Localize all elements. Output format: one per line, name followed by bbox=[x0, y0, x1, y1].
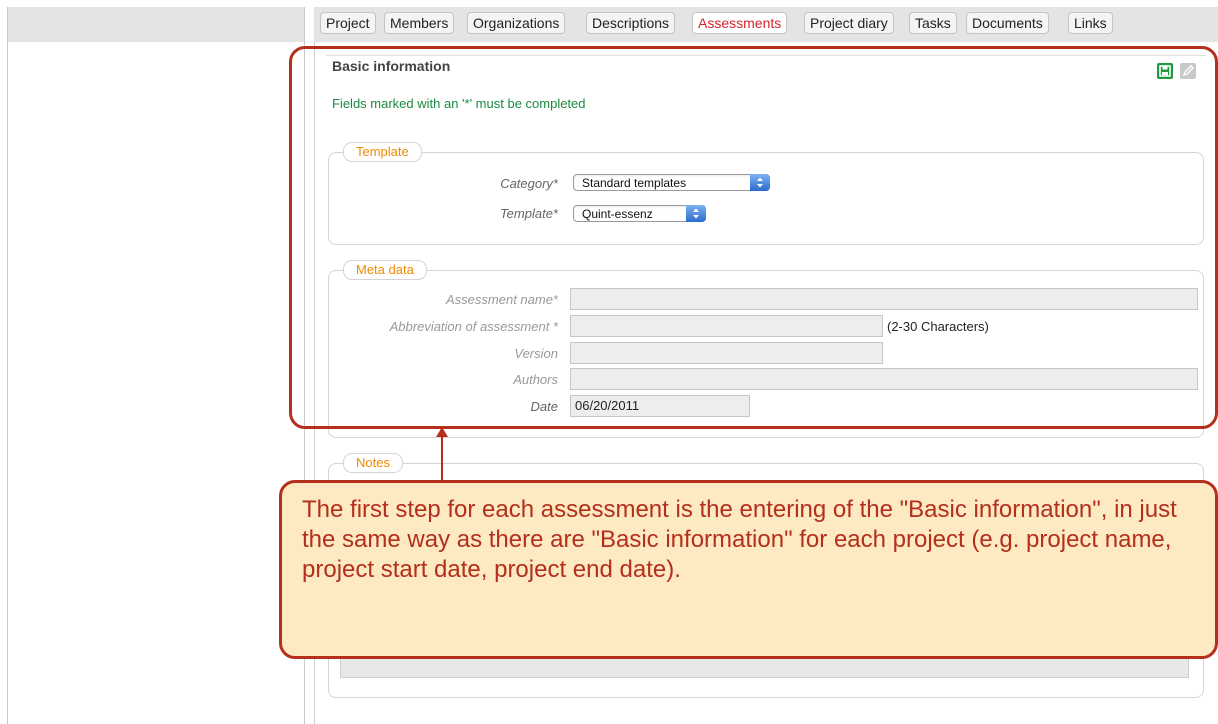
required-fields-note: Fields marked with an '*' must be comple… bbox=[332, 96, 586, 111]
left-sidebar bbox=[7, 7, 305, 724]
abbreviation-field[interactable] bbox=[570, 315, 883, 337]
annotation-callout: The first step for each assessment is th… bbox=[279, 480, 1218, 659]
abbreviation-label: Abbreviation of assessment * bbox=[389, 319, 558, 334]
notes-legend: Notes bbox=[343, 453, 403, 473]
assessment-name-field[interactable] bbox=[570, 288, 1198, 310]
date-label: Date bbox=[530, 399, 558, 414]
divider bbox=[326, 55, 1206, 56]
category-select-value: Standard templates bbox=[582, 176, 687, 190]
up-down-arrows-icon bbox=[750, 174, 770, 191]
pointer-arrow-line bbox=[441, 434, 443, 480]
tab-organizations[interactable]: Organizations bbox=[467, 12, 566, 34]
authors-field[interactable] bbox=[570, 368, 1198, 390]
section-title: Basic information bbox=[332, 58, 451, 74]
template-label: Template* bbox=[499, 206, 558, 221]
tab-descriptions[interactable]: Descriptions bbox=[586, 12, 676, 34]
callout-text: The first step for each assessment is th… bbox=[302, 496, 1177, 583]
template-legend: Template bbox=[343, 142, 422, 162]
tab-project[interactable]: Project bbox=[320, 12, 376, 34]
template-select[interactable]: Quint-essenz bbox=[573, 205, 706, 222]
assessment-name-label: Assessment name* bbox=[446, 292, 558, 307]
category-label: Category* bbox=[500, 176, 558, 191]
up-down-arrows-icon bbox=[686, 205, 706, 222]
meta-data-legend: Meta data bbox=[343, 260, 427, 280]
authors-label: Authors bbox=[513, 372, 558, 387]
tab-project-diary[interactable]: Project diary bbox=[804, 12, 894, 34]
template-select-value: Quint-essenz bbox=[582, 207, 653, 221]
tab-members[interactable]: Members bbox=[384, 12, 455, 34]
notes-textarea[interactable] bbox=[340, 656, 1189, 678]
template-fieldset: Template bbox=[328, 142, 1204, 245]
tab-documents[interactable]: Documents bbox=[966, 12, 1049, 34]
abbreviation-hint: (2-30 Characters) bbox=[887, 319, 989, 334]
pencil-icon[interactable] bbox=[1180, 63, 1196, 79]
tab-links[interactable]: Links bbox=[1068, 12, 1113, 34]
date-field[interactable]: 06/20/2011 bbox=[570, 395, 750, 417]
tab-bar: Project Members Organizations Descriptio… bbox=[314, 7, 1218, 42]
sidebar-header bbox=[8, 7, 304, 42]
save-icon[interactable] bbox=[1157, 63, 1173, 79]
category-select[interactable]: Standard templates bbox=[573, 174, 770, 191]
version-label: Version bbox=[514, 346, 558, 361]
tab-assessments[interactable]: Assessments bbox=[692, 12, 788, 34]
version-field[interactable] bbox=[570, 342, 883, 364]
tab-tasks[interactable]: Tasks bbox=[909, 12, 957, 34]
